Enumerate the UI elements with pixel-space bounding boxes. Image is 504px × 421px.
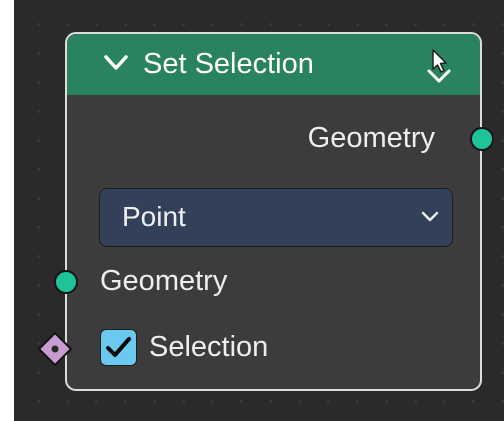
chevron-down-icon <box>421 211 439 222</box>
selection-field-socket[interactable] <box>36 330 74 368</box>
set-selection-node[interactable]: Set Selection Geometry Point Geometry Se… <box>54 32 494 391</box>
node-title: Set Selection <box>143 48 314 80</box>
domain-dropdown-value: Point <box>122 201 186 232</box>
cursor-arrow-icon <box>427 49 451 83</box>
selection-checkbox[interactable] <box>100 329 137 366</box>
input-geometry-label: Geometry <box>100 265 228 297</box>
domain-dropdown[interactable]: Point <box>99 188 453 247</box>
node-editor-canvas[interactable]: Set Selection Geometry Point Geometry Se… <box>14 0 504 421</box>
output-geometry-socket[interactable] <box>470 127 494 151</box>
chevron-down-icon[interactable] <box>103 53 129 73</box>
selection-label: Selection <box>149 331 269 363</box>
node-header[interactable]: Set Selection <box>67 34 480 95</box>
checkmark-icon <box>106 337 131 357</box>
input-geometry-socket[interactable] <box>54 270 78 294</box>
output-geometry-label: Geometry <box>307 122 435 154</box>
